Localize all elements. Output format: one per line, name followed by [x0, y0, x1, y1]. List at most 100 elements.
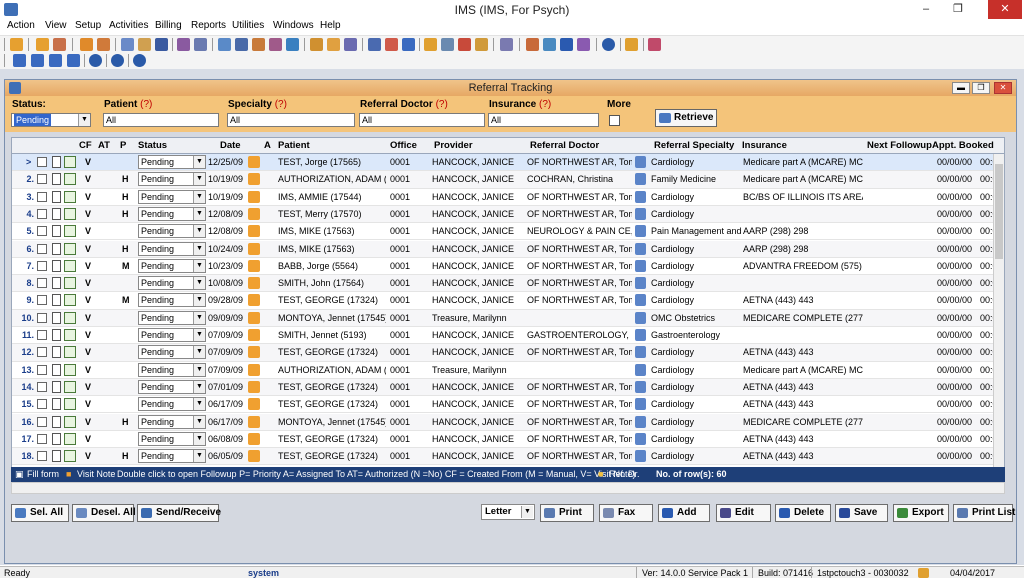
referral-doctor-filter-input[interactable]: All: [359, 113, 485, 127]
folder-icon[interactable]: [424, 38, 437, 51]
calc-icon[interactable]: [577, 38, 590, 51]
fill-form-icon[interactable]: [64, 259, 76, 272]
patient-edit-icon[interactable]: [53, 38, 66, 51]
table-row[interactable]: 7. V M Pending ▼ 10/23/09 BABB, Jorge (5564) 00…: [12, 258, 1004, 276]
print-list-button[interactable]: Print List: [953, 504, 1015, 522]
status-select[interactable]: Pending ▼: [138, 206, 206, 221]
bar-chart-icon[interactable]: [441, 38, 454, 51]
column-header-date[interactable]: Date: [220, 140, 241, 151]
column-header-referral-specialty[interactable]: Referral Specialty: [654, 140, 734, 151]
note-icon[interactable]: [97, 38, 110, 51]
row-select-checkbox[interactable]: [37, 416, 47, 427]
fill-form-icon[interactable]: [64, 156, 76, 168]
column-header-office[interactable]: Office: [390, 140, 417, 151]
ref-dr-icon[interactable]: [635, 225, 646, 238]
document-icon[interactable]: [52, 242, 61, 255]
status-select[interactable]: Pending ▼: [138, 241, 206, 256]
menu-help[interactable]: Help: [320, 20, 341, 31]
column-header-p[interactable]: P: [120, 140, 126, 151]
row-select-checkbox[interactable]: [37, 364, 47, 375]
visit-note-icon[interactable]: [248, 173, 260, 186]
visit-note-icon[interactable]: [248, 432, 260, 445]
document-icon[interactable]: [52, 329, 61, 341]
status-select[interactable]: Pending ▼: [138, 431, 206, 446]
previous-record-icon[interactable]: [31, 54, 44, 67]
scrollbar-thumb[interactable]: [995, 164, 1003, 259]
document-icon[interactable]: [52, 277, 61, 290]
visit-note-icon[interactable]: [248, 259, 260, 272]
column-header-next-followup[interactable]: Next Followup: [867, 140, 932, 151]
transfer-icon[interactable]: [526, 38, 539, 51]
visit-note-icon[interactable]: [248, 329, 260, 341]
table-row[interactable]: 13. V Pending ▼ 07/09/09 AUTHORIZATION, ADAM …: [12, 362, 1004, 379]
ref-dr-icon[interactable]: [635, 415, 646, 428]
child-minimize-button[interactable]: ▬: [952, 82, 970, 94]
settings-icon[interactable]: [286, 38, 299, 51]
fill-form-icon[interactable]: [64, 277, 76, 290]
row-select-checkbox[interactable]: [37, 381, 47, 392]
table-row[interactable]: 17. V Pending ▼ 06/08/09 TEST, GEORGE (17324)…: [12, 431, 1004, 449]
visit-note-icon[interactable]: [248, 380, 260, 393]
table-row[interactable]: > V Pending ▼ 12/25/09 TEST, Jorge (17565) 000…: [12, 154, 1004, 172]
letter-select[interactable]: Letter ▼: [481, 504, 535, 520]
fill-form-icon[interactable]: [64, 432, 76, 445]
shield-icon[interactable]: [155, 38, 168, 51]
table-row[interactable]: 18. V H Pending ▼ 06/05/09 TEST, GEORGE (17324…: [12, 448, 1004, 466]
export-icon[interactable]: [402, 38, 415, 51]
ref-dr-icon[interactable]: [635, 259, 646, 272]
visit-note-icon[interactable]: [248, 190, 260, 203]
add-button[interactable]: Add: [658, 504, 710, 522]
row-select-checkbox[interactable]: [37, 312, 47, 323]
row-select-checkbox[interactable]: [37, 347, 47, 358]
table-row[interactable]: 2. V H Pending ▼ 10/19/09 AUTHORIZATION, ADAM …: [12, 171, 1004, 189]
people-icon[interactable]: [252, 38, 265, 51]
document-icon[interactable]: [52, 156, 61, 168]
child-restore-button[interactable]: ❐: [972, 82, 990, 94]
document-icon[interactable]: [52, 415, 61, 428]
ref-dr-icon[interactable]: [635, 190, 646, 203]
fill-form-icon[interactable]: [64, 311, 76, 324]
fill-form-icon[interactable]: [64, 173, 76, 186]
status-select[interactable]: Pending ▼: [138, 310, 206, 325]
visit-note-icon[interactable]: [248, 277, 260, 290]
fill-form-icon[interactable]: [64, 363, 76, 376]
fill-form-icon[interactable]: [64, 294, 76, 307]
document-icon[interactable]: [52, 363, 61, 376]
status-select[interactable]: Pending ▼: [138, 449, 206, 464]
fax-button[interactable]: Fax: [599, 504, 653, 522]
status-select[interactable]: Pending ▼: [138, 189, 206, 204]
table-row[interactable]: 10. V Pending ▼ 09/09/09 MONTOYA, Jennet (175…: [12, 309, 1004, 327]
fill-form-icon[interactable]: [64, 415, 76, 428]
status-select[interactable]: Pending ▼: [138, 155, 206, 169]
referral-doctor-help-link[interactable]: (?): [436, 99, 448, 110]
visit-note-icon[interactable]: [248, 207, 260, 220]
document-icon[interactable]: [52, 380, 61, 393]
fill-form-icon[interactable]: [64, 450, 76, 463]
insurance-filter-input[interactable]: All: [488, 113, 599, 127]
document-icon[interactable]: [194, 38, 207, 51]
visit-note-icon[interactable]: [248, 363, 260, 376]
box-icon[interactable]: [385, 38, 398, 51]
column-header-at[interactable]: AT: [98, 140, 110, 151]
row-select-checkbox[interactable]: [37, 295, 47, 306]
column-header-insurance[interactable]: Insurance: [742, 140, 787, 151]
status-select[interactable]: Pending ▼: [138, 172, 206, 187]
refresh-icon[interactable]: [218, 38, 231, 51]
fill-form-icon[interactable]: [64, 242, 76, 255]
close-button[interactable]: ✕: [988, 0, 1022, 19]
table-row[interactable]: 15. V Pending ▼ 06/17/09 TEST, GEORGE (17324)…: [12, 396, 1004, 414]
print-preview-icon[interactable]: [500, 38, 513, 51]
status-select[interactable]: Pending ▼: [138, 379, 206, 394]
table-row[interactable]: 8. V Pending ▼ 10/08/09 SMITH, John (17564) 00…: [12, 275, 1004, 293]
menu-activities[interactable]: Activities: [109, 20, 148, 31]
table-row[interactable]: 14. V Pending ▼ 07/01/09 TEST, GEORGE (17324)…: [12, 378, 1004, 397]
patient-filter-input[interactable]: All: [103, 113, 219, 127]
menu-setup[interactable]: Setup: [75, 20, 101, 31]
deselect-all-button[interactable]: Desel. All: [72, 504, 136, 522]
sync-icon[interactable]: [543, 38, 556, 51]
fill-form-icon[interactable]: [64, 207, 76, 220]
print-button[interactable]: Print: [540, 504, 594, 522]
row-select-checkbox[interactable]: [37, 330, 47, 340]
visit-note-icon[interactable]: [248, 415, 260, 428]
export-button[interactable]: Export: [893, 504, 949, 522]
